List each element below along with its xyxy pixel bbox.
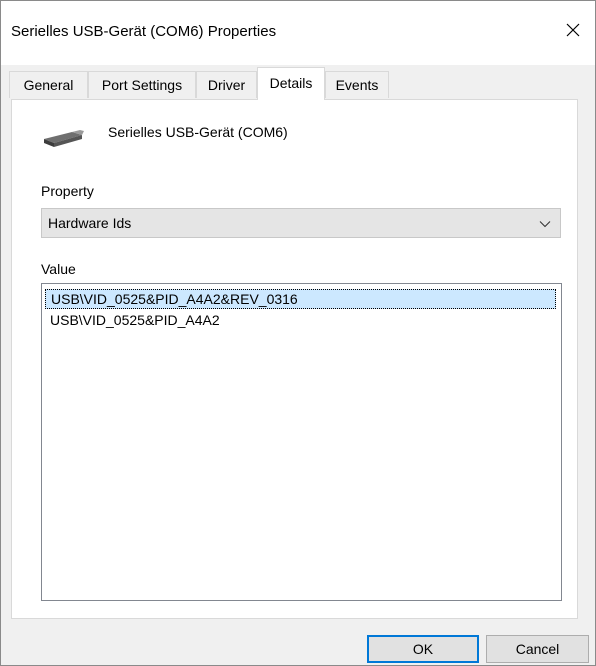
property-label: Property	[41, 183, 94, 199]
title-bar: Serielles USB-Gerät (COM6) Properties	[1, 1, 595, 65]
tab-port-settings[interactable]: Port Settings	[88, 71, 196, 98]
tab-details[interactable]: Details	[257, 67, 325, 100]
value-list[interactable]: USB\VID_0525&PID_A4A2&REV_0316 USB\VID_0…	[41, 283, 562, 601]
tab-events[interactable]: Events	[325, 71, 389, 98]
property-selected-value: Hardware Ids	[48, 215, 132, 231]
chevron-down-icon	[539, 221, 551, 228]
close-icon	[566, 23, 580, 37]
list-item[interactable]: USB\VID_0525&PID_A4A2&REV_0316	[45, 289, 556, 309]
window-title: Serielles USB-Gerät (COM6) Properties	[11, 23, 277, 40]
usb-serial-device-icon	[44, 130, 84, 147]
cancel-button[interactable]: Cancel	[486, 635, 589, 663]
tab-general[interactable]: General	[9, 71, 88, 98]
list-item[interactable]: USB\VID_0525&PID_A4A2	[45, 311, 220, 331]
ok-button-label: OK	[412, 641, 434, 657]
tab-events-label: Events	[335, 77, 379, 93]
tab-driver-label: Driver	[207, 77, 246, 93]
ok-button[interactable]: OK	[367, 635, 479, 663]
details-panel: Serielles USB-Gerät (COM6) Property Hard…	[11, 99, 578, 619]
property-dropdown[interactable]: Hardware Ids	[41, 208, 561, 238]
value-item-text: USB\VID_0525&PID_A4A2&REV_0316	[51, 291, 298, 307]
value-label: Value	[41, 261, 76, 277]
tab-driver[interactable]: Driver	[196, 71, 257, 98]
tab-general-label: General	[23, 77, 74, 93]
properties-dialog: Serielles USB-Gerät (COM6) Properties Ge…	[0, 0, 596, 666]
cancel-button-label: Cancel	[515, 641, 560, 657]
tab-details-label: Details	[269, 75, 313, 91]
close-button[interactable]	[551, 11, 595, 49]
device-name: Serielles USB-Gerät (COM6)	[108, 124, 288, 140]
tab-port-settings-label: Port Settings	[101, 77, 183, 93]
value-item-text: USB\VID_0525&PID_A4A2	[50, 312, 220, 328]
